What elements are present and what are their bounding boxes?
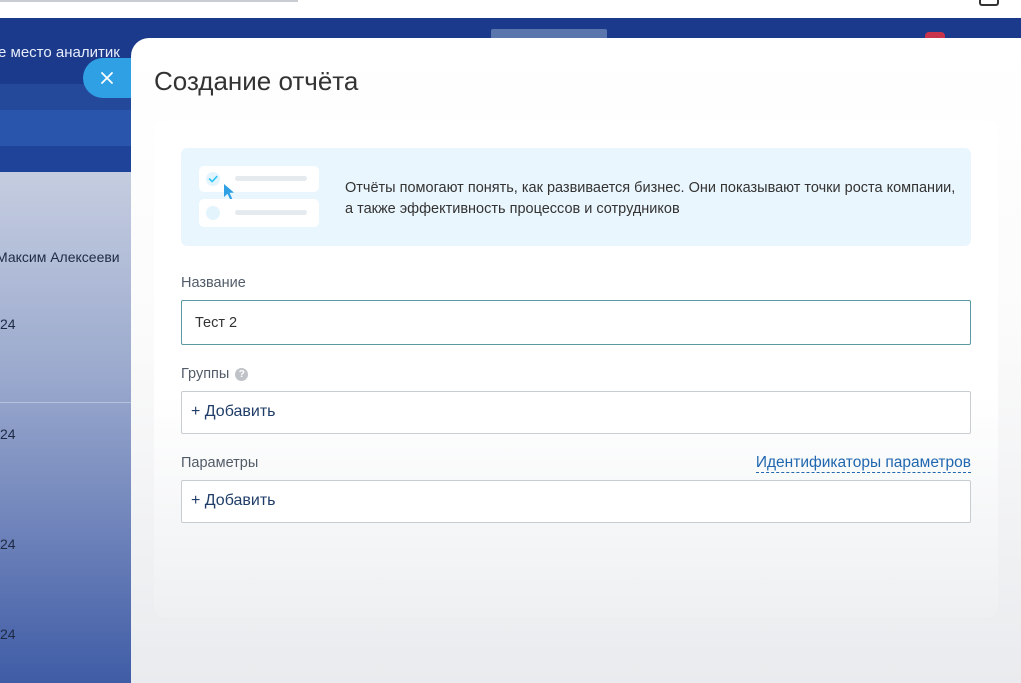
browser-toolbar <box>0 0 1021 18</box>
report-form-card: Отчёты помогают понять, как развивается … <box>154 121 998 617</box>
add-param-button[interactable]: + Добавить <box>191 492 276 510</box>
address-bar-edge <box>0 0 298 2</box>
create-report-slider: Создание отчёта Отчёты помогают понять, … <box>131 38 1021 683</box>
background-cell: 24 <box>0 316 16 332</box>
info-text: Отчёты помогают понять, как развивается … <box>345 180 956 217</box>
close-icon <box>101 72 113 84</box>
report-name-input[interactable]: Тест 2 <box>181 300 971 345</box>
background-row-divider <box>0 402 140 403</box>
background-filter-band <box>0 110 140 146</box>
question-circle-icon[interactable]: ? <box>235 368 249 381</box>
add-group-button[interactable]: + Добавить <box>191 403 276 421</box>
param-identifiers-link[interactable]: Идентификаторы параметров <box>755 454 971 473</box>
params-label: Параметры <box>181 455 259 471</box>
groups-label: Группы? <box>181 366 249 382</box>
reports-illustration-icon <box>199 166 319 227</box>
background-cell: 24 <box>0 426 16 442</box>
background-cell: 24 <box>0 536 16 552</box>
groups-field: + Добавить <box>181 391 971 434</box>
background-user-name: Максим Алексееви <box>0 249 120 265</box>
groups-label-text: Группы <box>181 366 230 382</box>
name-label: Название <box>181 275 246 291</box>
page-title: Создание отчёта <box>154 66 359 96</box>
report-name-value: Тест 2 <box>195 315 238 331</box>
extension-icon[interactable] <box>979 0 999 6</box>
params-field: + Добавить <box>181 480 971 523</box>
background-cell: 24 <box>0 626 16 642</box>
info-banner: Отчёты помогают понять, как развивается … <box>181 148 971 246</box>
background-column-band <box>0 146 140 172</box>
background-table: Максим Алексееви 24 24 24 24 <box>0 172 140 683</box>
